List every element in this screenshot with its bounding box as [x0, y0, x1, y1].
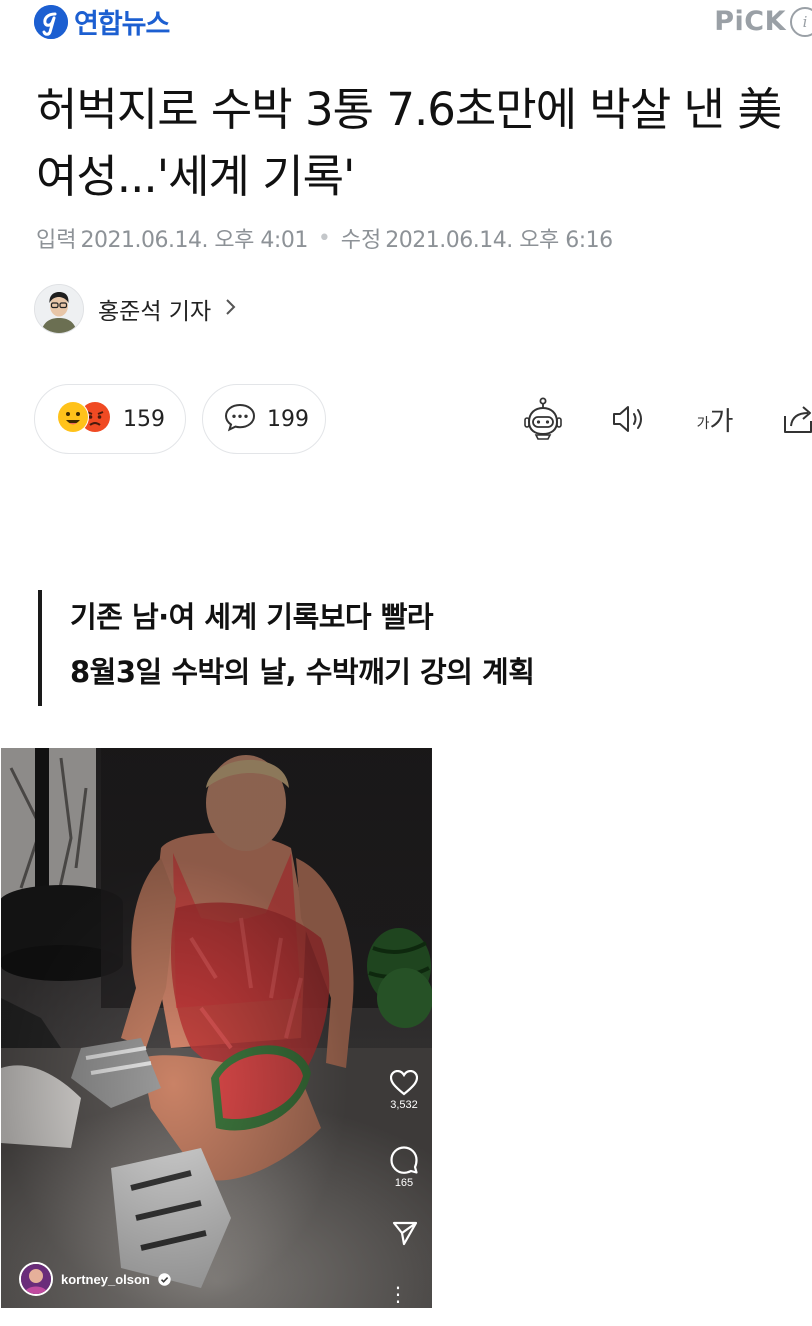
header-bar: 연합뉴스 PiCK i — [0, 0, 812, 52]
ig-share-action[interactable] — [392, 1220, 418, 1246]
ig-username: kortney_olson — [61, 1271, 150, 1287]
ig-like-count: 3,532 — [390, 1099, 418, 1111]
article-subtitle: 기존 남·여 세계 기록보다 빨라 8월3일 수박의 날, 수박깨기 강의 계획 — [38, 590, 535, 706]
ig-like-action[interactable]: 3,532 — [390, 1070, 418, 1111]
verified-badge-icon — [158, 1272, 171, 1286]
subtitle-line-1: 기존 남·여 세계 기록보다 빨라 — [70, 600, 434, 634]
ig-comment-action[interactable]: 165 — [390, 1146, 418, 1189]
info-icon[interactable]: i — [790, 6, 812, 37]
input-label: 입력 — [36, 228, 77, 253]
font-size-icon[interactable]: 가가 — [690, 396, 740, 442]
ig-user-avatar — [19, 1262, 53, 1296]
photo-scene — [1, 748, 432, 1308]
reporter-name: 홍준석 기자 — [98, 299, 212, 325]
date-separator-dot: • — [317, 225, 331, 251]
speaker-icon[interactable] — [606, 396, 652, 442]
reaction-button[interactable]: 159 — [34, 384, 186, 454]
emoji-reactions-icon — [55, 399, 113, 439]
input-date: 2021.06.14. 오후 4:01 — [80, 228, 308, 253]
comment-button[interactable]: 199 — [202, 384, 326, 454]
send-icon — [392, 1221, 418, 1246]
chevron-right-icon — [225, 297, 237, 321]
share-icon[interactable] — [774, 396, 812, 442]
reaction-count: 159 — [123, 406, 165, 432]
pick-badge[interactable]: PiCK i — [714, 6, 812, 37]
yonhap-logo[interactable]: 연합뉴스 — [34, 2, 170, 41]
article-title: 허벅지로 수박 3통 7.6초만에 박살 낸 美 여성...'세계 기록' — [36, 83, 782, 203]
article-toolbar: 가가 — [520, 396, 812, 442]
article-photo[interactable]: 3,532 165 kortney_olson ⋮ — [1, 748, 432, 1308]
modified-label: 수정 — [340, 228, 382, 253]
article-dateline: 입력 2021.06.14. 오후 4:01 • 수정 2021.06.14. … — [36, 222, 613, 254]
heart-icon — [390, 1070, 418, 1096]
yonhap-logo-icon — [34, 4, 68, 39]
ig-comment-icon — [390, 1146, 418, 1174]
font-size-large-glyph: 가 — [709, 406, 734, 437]
comment-count: 199 — [267, 406, 309, 432]
more-options-icon[interactable]: ⋮ — [388, 1284, 408, 1304]
reporter-avatar — [34, 284, 84, 334]
reporter-link[interactable]: 홍준석 기자 — [34, 284, 237, 334]
ig-comment-count: 165 — [394, 1177, 414, 1189]
modified-date: 2021.06.14. 오후 6:16 — [385, 228, 613, 253]
logo-text: 연합뉴스 — [74, 9, 170, 40]
font-size-small-glyph: 가 — [696, 416, 710, 432]
subtitle-line-2: 8월3일 수박의 날, 수박깨기 강의 계획 — [70, 655, 535, 689]
ig-user-tag[interactable]: kortney_olson — [19, 1262, 171, 1296]
comment-bubble-icon — [223, 402, 257, 436]
pick-label: PiCK — [714, 6, 786, 37]
robot-summary-icon[interactable] — [520, 396, 566, 442]
